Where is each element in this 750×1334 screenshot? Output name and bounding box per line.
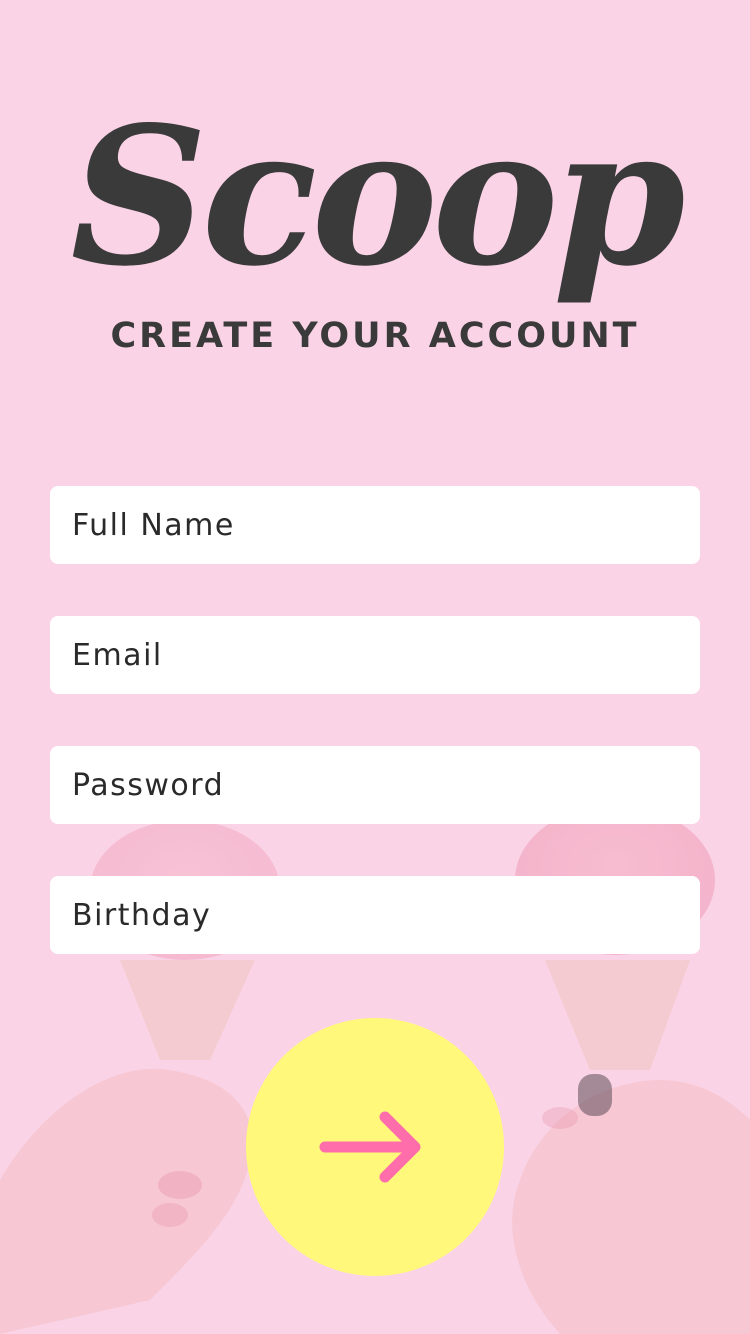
password-input[interactable] [50,746,700,824]
full-name-field-container [50,486,700,564]
page-title: CREATE YOUR ACCOUNT [110,316,640,356]
logo-text: Scoop [70,88,683,308]
password-field-container [50,746,700,824]
email-field-container [50,616,700,694]
birthday-field-container [50,876,700,954]
birthday-input[interactable] [50,876,700,954]
email-input[interactable] [50,616,700,694]
submit-button[interactable] [246,1018,504,1276]
scoop-logo: Scoop [70,88,689,308]
full-name-input[interactable] [50,486,700,564]
arrow-right-icon [319,1111,421,1183]
